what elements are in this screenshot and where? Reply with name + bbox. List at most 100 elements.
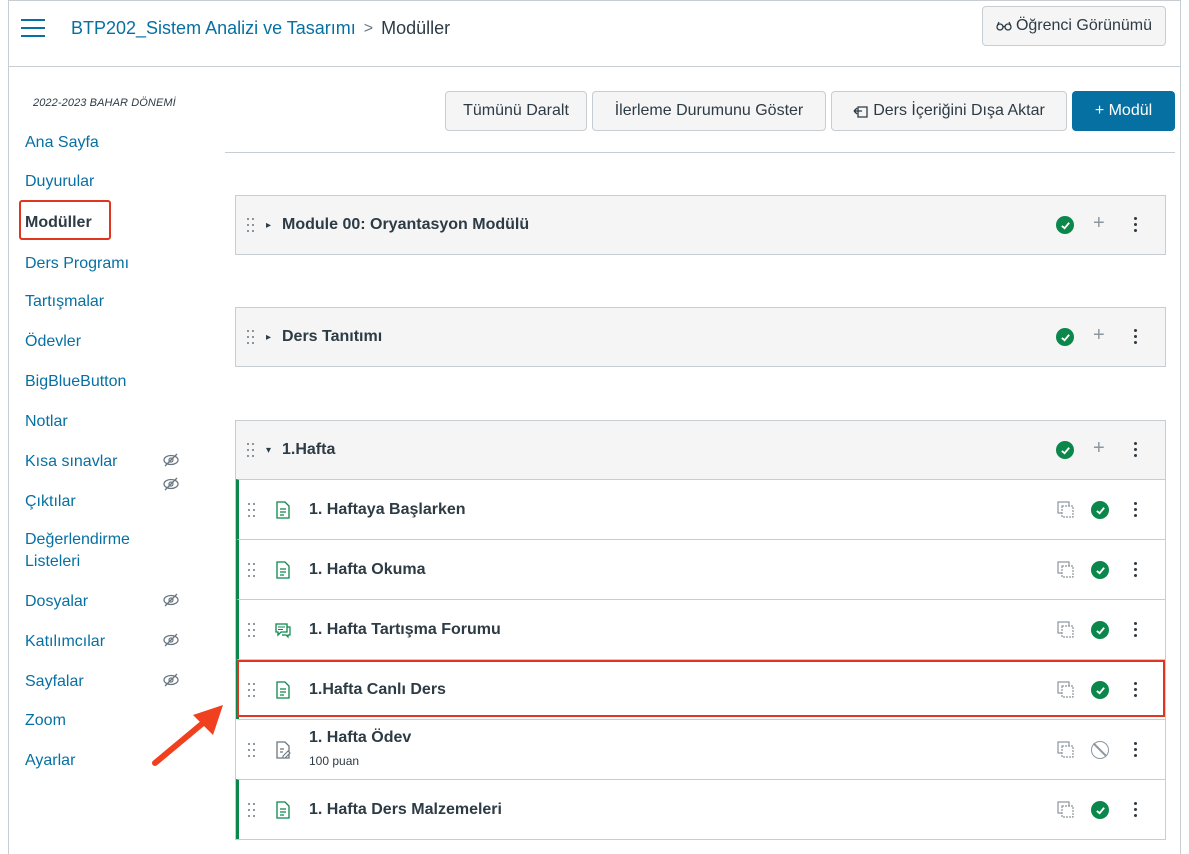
sidebar-item-settings[interactable]: Ayarlar xyxy=(25,752,75,770)
sidebar-item-rubrics-line2[interactable]: Listeleri xyxy=(25,553,80,571)
more-options-icon[interactable] xyxy=(1133,622,1137,638)
page-icon xyxy=(276,560,290,579)
sidebar-item-assignments[interactable]: Ödevler xyxy=(25,333,81,351)
published-check-icon[interactable] xyxy=(1091,681,1109,699)
more-options-icon[interactable] xyxy=(1133,802,1137,818)
add-item-plus-icon[interactable]: + xyxy=(1093,212,1105,235)
sidebar-item-modules[interactable]: Modüller xyxy=(25,214,92,232)
more-options-icon[interactable] xyxy=(1133,217,1137,233)
hidden-eye-icon xyxy=(163,593,179,607)
module-item[interactable]: 1. Hafta Tartışma Forumu xyxy=(236,599,1165,659)
term-label: 2022-2023 BAHAR DÖNEMİ xyxy=(33,97,176,109)
published-check-icon[interactable] xyxy=(1091,561,1109,579)
more-options-icon[interactable] xyxy=(1133,442,1137,458)
module-item[interactable]: 1. Hafta Okuma xyxy=(236,539,1165,599)
published-check-icon[interactable] xyxy=(1056,216,1074,234)
export-content-button[interactable]: Ders İçeriğini Dışa Aktar xyxy=(831,91,1067,131)
show-progress-button[interactable]: İlerleme Durumunu Göster xyxy=(592,91,826,131)
published-check-icon[interactable] xyxy=(1091,501,1109,519)
caret-down-icon[interactable]: ▾ xyxy=(266,445,271,456)
duplicate-icon[interactable] xyxy=(1057,621,1075,639)
drag-handle-icon[interactable] xyxy=(247,329,255,345)
hidden-eye-icon xyxy=(163,673,179,687)
module-title[interactable]: 1.Hafta xyxy=(282,441,335,459)
page-icon xyxy=(276,680,290,699)
module: ▸ Module 00: Oryantasyon Modülü + xyxy=(235,195,1166,255)
module-title[interactable]: Module 00: Oryantasyon Modülü xyxy=(282,216,529,234)
hamburger-menu-icon[interactable] xyxy=(21,19,45,41)
module-item-title[interactable]: 1. Hafta Tartışma Forumu xyxy=(309,621,501,639)
module-header[interactable]: ▾ 1.Hafta + xyxy=(236,421,1165,479)
sidebar-item-outcomes[interactable]: Çıktılar xyxy=(25,493,76,511)
drag-handle-icon[interactable] xyxy=(248,502,256,518)
more-options-icon[interactable] xyxy=(1133,562,1137,578)
more-options-icon[interactable] xyxy=(1133,502,1137,518)
points-label: 100 puan xyxy=(309,754,360,768)
module-header[interactable]: ▸ Ders Tanıtımı + xyxy=(236,308,1165,366)
caret-right-icon[interactable]: ▸ xyxy=(266,332,271,343)
published-check-icon[interactable] xyxy=(1056,328,1074,346)
module-item[interactable]: 1.Hafta Canlı Ders xyxy=(236,659,1165,719)
module-header[interactable]: ▸ Module 00: Oryantasyon Modülü + xyxy=(236,196,1165,254)
drag-handle-icon[interactable] xyxy=(248,802,256,818)
module-item[interactable]: 1. Hafta Ödev 100 puan xyxy=(236,719,1165,779)
module-item-title[interactable]: 1.Hafta Canlı Ders xyxy=(309,681,446,699)
module-title[interactable]: Ders Tanıtımı xyxy=(282,328,382,346)
duplicate-icon[interactable] xyxy=(1057,741,1075,759)
module-item-title[interactable]: 1. Hafta Ödev xyxy=(309,729,411,747)
add-item-plus-icon[interactable]: + xyxy=(1093,324,1105,347)
sidebar-item-rubrics[interactable]: Değerlendirme xyxy=(25,531,130,549)
add-item-plus-icon[interactable]: + xyxy=(1093,437,1105,460)
drag-handle-icon[interactable] xyxy=(248,742,256,758)
hidden-eye-icon xyxy=(163,477,179,491)
more-options-icon[interactable] xyxy=(1133,329,1137,345)
breadcrumb: BTP202_Sistem Analizi ve Tasarımı > Modü… xyxy=(71,18,450,39)
sidebar-item-people[interactable]: Katılımcılar xyxy=(25,633,105,651)
page-icon xyxy=(276,800,290,819)
module-item[interactable]: 1. Hafta Ders Malzemeleri xyxy=(236,779,1165,839)
sidebar-item-pages[interactable]: Sayfalar xyxy=(25,673,84,691)
module-item-title[interactable]: 1. Haftaya Başlarken xyxy=(309,501,466,519)
duplicate-icon[interactable] xyxy=(1057,801,1075,819)
drag-handle-icon[interactable] xyxy=(247,217,255,233)
breadcrumb-current: Modüller xyxy=(381,18,451,38)
published-check-icon[interactable] xyxy=(1091,621,1109,639)
sidebar-item-home[interactable]: Ana Sayfa xyxy=(25,134,99,152)
assignment-icon xyxy=(276,740,291,759)
more-options-icon[interactable] xyxy=(1133,742,1137,758)
sidebar-item-zoom[interactable]: Zoom xyxy=(25,712,66,730)
module-item-title[interactable]: 1. Hafta Ders Malzemeleri xyxy=(309,801,502,819)
caret-right-icon[interactable]: ▸ xyxy=(266,220,271,231)
student-view-button[interactable]: Öğrenci Görünümü xyxy=(981,6,1166,46)
modules-toolbar: Tümünü Daralt İlerleme Durumunu Göster D… xyxy=(225,91,1175,153)
sidebar-item-discussions[interactable]: Tartışmalar xyxy=(25,293,104,311)
sidebar-item-announcements[interactable]: Duyurular xyxy=(25,173,94,191)
sidebar-item-files[interactable]: Dosyalar xyxy=(25,593,88,611)
sidebar-item-bigbluebutton[interactable]: BigBlueButton xyxy=(25,373,126,391)
drag-handle-icon[interactable] xyxy=(248,562,256,578)
duplicate-icon[interactable] xyxy=(1057,561,1075,579)
annotation-arrow-icon xyxy=(152,705,223,766)
more-options-icon[interactable] xyxy=(1133,682,1137,698)
hidden-eye-icon xyxy=(163,633,179,647)
sidebar-item-syllabus[interactable]: Ders Programı xyxy=(25,255,129,273)
duplicate-icon[interactable] xyxy=(1057,501,1075,519)
module: ▾ 1.Hafta + 1. Haftaya Başlarken 1. Haft… xyxy=(235,420,1166,840)
drag-handle-icon[interactable] xyxy=(248,622,256,638)
drag-handle-icon[interactable] xyxy=(247,442,255,458)
published-check-icon[interactable] xyxy=(1091,801,1109,819)
hidden-eye-icon xyxy=(163,453,179,467)
page-header: BTP202_Sistem Analizi ve Tasarımı > Modü… xyxy=(9,1,1180,67)
sidebar-item-grades[interactable]: Notlar xyxy=(25,413,68,431)
sidebar-item-quizzes[interactable]: Kısa sınavlar xyxy=(25,453,117,471)
unpublished-icon[interactable] xyxy=(1091,741,1109,759)
module-item[interactable]: 1. Haftaya Başlarken xyxy=(236,479,1165,539)
breadcrumb-course-link[interactable]: BTP202_Sistem Analizi ve Tasarımı xyxy=(71,18,356,39)
duplicate-icon[interactable] xyxy=(1057,681,1075,699)
add-module-button[interactable]: + Modül xyxy=(1072,91,1175,131)
drag-handle-icon[interactable] xyxy=(248,682,256,698)
collapse-all-button[interactable]: Tümünü Daralt xyxy=(445,91,587,131)
published-check-icon[interactable] xyxy=(1056,441,1074,459)
app-frame: BTP202_Sistem Analizi ve Tasarımı > Modü… xyxy=(8,0,1181,854)
module-item-title[interactable]: 1. Hafta Okuma xyxy=(309,561,425,579)
